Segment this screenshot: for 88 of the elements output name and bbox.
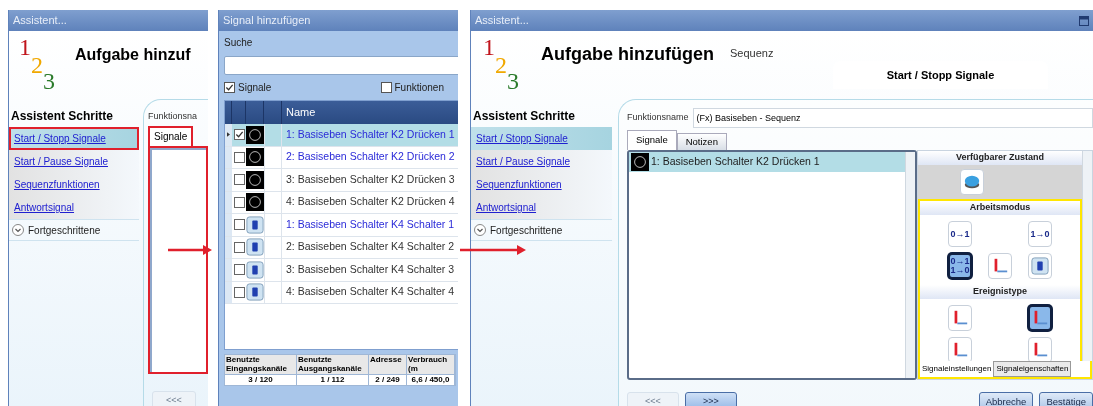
state-option[interactable]: [960, 169, 984, 195]
step-link[interactable]: Start / Stopp Signale: [9, 127, 139, 150]
push-button-icon: [246, 193, 264, 212]
usage-value: 2 / 249: [374, 375, 401, 385]
signal-row[interactable]: 3: Basiseben Schalter K4 Schalter 3: [225, 259, 458, 282]
row-checkbox[interactable]: [233, 151, 245, 163]
function-name-field[interactable]: (Fx) Basiseben - Sequenz: [692, 108, 1093, 128]
wizard-heading: Aufgabe hinzuf: [75, 45, 191, 65]
annotation-arrow: [460, 245, 526, 255]
row-checkbox[interactable]: [233, 286, 245, 298]
expander-label[interactable]: Fortgeschrittene: [28, 222, 101, 238]
logo-digit: 1: [483, 35, 495, 59]
round-button-icon: [963, 173, 981, 191]
signal-row[interactable]: 2: Basiseben Schalter K4 Schalter 2: [225, 236, 458, 259]
usage-value: 6,6 / 450,0: [410, 375, 451, 385]
step-link[interactable]: Start / Pause Signale: [9, 150, 139, 173]
step-link[interactable]: Sequenzfunktionen: [9, 173, 139, 196]
row-checkbox[interactable]: [233, 174, 245, 186]
section-title: Ereignistype: [920, 285, 1080, 299]
maximize-icon: [1079, 15, 1089, 26]
signal-row[interactable]: 4: Basiseben Schalter K4 Schalter 4: [225, 281, 458, 304]
tab[interactable]: Signaleigenschaften: [993, 361, 1072, 377]
tab[interactable]: Signale: [627, 130, 677, 150]
step-link[interactable]: Start / Stopp Signale: [471, 127, 612, 150]
row-checkbox[interactable]: [233, 219, 245, 231]
usage-value: 1 / 112: [319, 375, 346, 385]
sidebar-title: Assistent Schritte: [10, 108, 115, 125]
search-label: Suche: [224, 36, 254, 50]
window-title: Assistent...: [475, 13, 529, 29]
push-button-icon: [246, 125, 264, 144]
dialog-button[interactable]: Abbreche: [978, 392, 1034, 406]
row-pointer-icon: [227, 132, 230, 138]
step-link[interactable]: Sequenzfunktionen: [471, 173, 612, 196]
column-header: Name: [285, 105, 317, 121]
logo-digit: 1: [19, 35, 31, 59]
filter-checkbox[interactable]: Signale: [224, 80, 272, 95]
section-title: Verfügbarer Zustand: [918, 151, 1082, 165]
usage-value: 3 / 120: [247, 375, 274, 385]
search-field[interactable]: [224, 56, 458, 75]
signal-row[interactable]: 4: Basiseben Schalter K2 Drücken 4: [225, 191, 458, 214]
mode-option[interactable]: 1→0: [1028, 221, 1052, 247]
nav-button[interactable]: >>>: [685, 392, 737, 406]
field-label: Funktionsname: [627, 111, 689, 125]
window-title: Signal hinzufügen: [223, 13, 311, 29]
dialog-button[interactable]: Bestätige: [1039, 392, 1093, 406]
push-button-icon: [246, 148, 264, 167]
mode-option[interactable]: 0→1: [948, 221, 972, 247]
step-link[interactable]: Start / Pause Signale: [471, 150, 612, 173]
push-button-icon: [246, 170, 264, 189]
logo-digit: 2: [495, 53, 507, 77]
usage-column-header: Adresse: [369, 355, 406, 375]
wall-switch-icon: [246, 283, 264, 302]
wall-switch-icon: [246, 260, 264, 279]
signal-row[interactable]: 3: Basiseben Schalter K2 Drücken 3: [225, 169, 458, 192]
row-checkbox[interactable]: [233, 241, 245, 253]
tab[interactable]: Signale: [148, 125, 194, 146]
logo-digit: 3: [43, 69, 55, 93]
mode-option[interactable]: [1028, 305, 1052, 331]
annotation-arrow: [168, 245, 212, 255]
sidebar-title: Assistent Schritte: [472, 108, 577, 125]
section-title: Arbeitsmodus: [920, 201, 1080, 215]
wall-switch-icon: [246, 238, 264, 257]
window-title: Assistent...: [13, 13, 67, 29]
usage-column-header: Benutzte Ausgangskanäle: [297, 355, 368, 375]
wall-switch-icon: [246, 215, 264, 234]
usage-column-header: Verbrauch (m: [407, 355, 454, 375]
tab[interactable]: Notizen: [676, 133, 727, 150]
field-label: Funktionsna: [148, 110, 199, 123]
row-checkbox[interactable]: [233, 129, 245, 141]
checkmark-icon: [225, 83, 234, 92]
filter-checkbox[interactable]: Funktionen: [380, 80, 444, 95]
logo-digit: 3: [507, 69, 519, 93]
back-button[interactable]: <<<: [152, 391, 196, 406]
wall-switch-icon: [1031, 257, 1049, 275]
row-checkbox[interactable]: [233, 196, 245, 208]
mode-option[interactable]: 0→1 1→0: [948, 253, 972, 279]
expander-label[interactable]: Fortgeschrittene: [490, 222, 563, 238]
signal-row[interactable]: 1: Basiseben Schalter K2 Drücken 1: [629, 152, 905, 172]
signal-row[interactable]: 1: Basiseben Schalter K2 Drücken 1: [225, 124, 458, 147]
usage-column-header: Benutzte Eingangskanäle: [225, 355, 296, 375]
signal-row[interactable]: 1: Basiseben Schalter K4 Schalter 1: [225, 214, 458, 237]
logo-digit: 2: [31, 53, 43, 77]
wizard-heading: Aufgabe hinzufügen: [541, 43, 714, 66]
wizard-subheading: Sequenz: [730, 46, 774, 61]
row-checkbox[interactable]: [233, 264, 245, 276]
checkmark-icon: [234, 130, 244, 140]
signal-row[interactable]: 2: Basiseben Schalter K2 Drücken 2: [225, 146, 458, 169]
push-button-icon: [631, 153, 649, 171]
